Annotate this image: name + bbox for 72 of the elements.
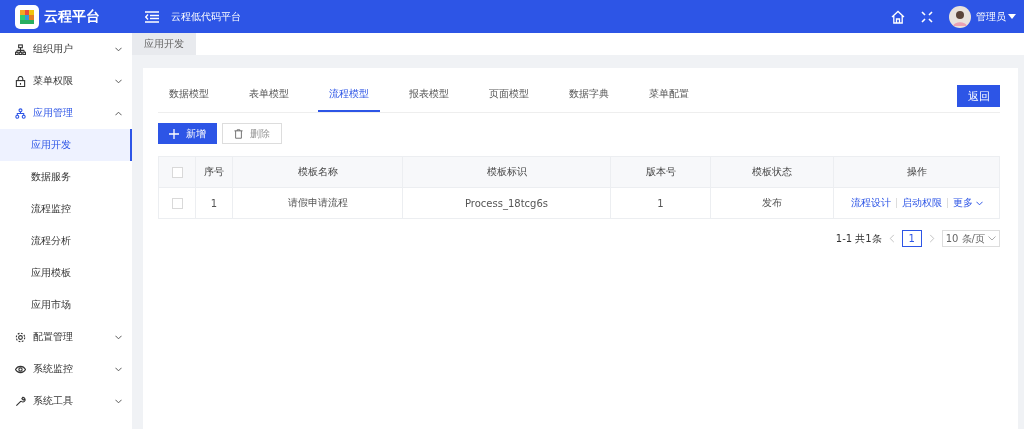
sidebar-group[interactable]: 应用管理 [0,97,132,129]
table-cell: 发布 [710,187,834,219]
fullscreen-icon[interactable] [921,10,933,23]
sidebar-group[interactable]: 组织用户 [0,33,132,65]
column-header: 模板名称 [232,156,403,188]
home-icon[interactable] [891,9,905,24]
lock-icon [15,75,26,87]
column-header: 模板状态 [710,156,834,188]
tab[interactable]: 页面模型 [478,78,540,112]
sidebar-item[interactable]: 应用开发 [0,129,132,161]
page-size-select[interactable]: 10 条/页 [941,230,1000,247]
sidebar-group-label: 应用管理 [33,106,74,120]
page-button[interactable]: 1 [901,230,922,247]
chevron-down-icon [988,236,996,241]
page-tab[interactable]: 应用开发 [132,33,196,55]
org-chart-icon [15,43,26,55]
chevron-icon [115,334,122,340]
column-header: 操作 [833,156,1000,188]
table-cell: Process_18tcg6s [402,187,611,219]
select-all-checkbox[interactable] [171,166,183,178]
trash-icon [234,128,243,139]
avatar[interactable] [949,5,971,28]
app-name: 云程平台 [44,7,100,26]
add-button[interactable]: 新增 [158,123,217,144]
table-cell: 1 [195,187,233,219]
table-cell: 1 [610,187,711,219]
pagination-summary: 1-1 共1条 [835,231,882,246]
sidebar-group[interactable]: 菜单权限 [0,65,132,97]
chevron-icon [115,110,122,116]
tab[interactable]: 报表模型 [398,78,460,112]
chevron-icon [115,366,122,372]
sidebar-group-label: 系统监控 [33,362,74,376]
sidebar-item[interactable]: 流程监控 [0,193,132,225]
sidebar-item[interactable]: 流程分析 [0,225,132,257]
sidebar-item[interactable]: 应用模板 [0,257,132,289]
sidebar-group-label: 组织用户 [33,42,74,56]
sidebar-group-label: 菜单权限 [33,74,74,88]
tab[interactable]: 菜单配置 [638,78,700,112]
logo-icon [15,4,39,29]
tab[interactable]: 流程模型 [318,78,380,112]
sidebar-group-label: 系统工具 [33,394,74,408]
row-checkbox[interactable] [171,197,183,209]
hierarchy-icon [15,107,26,119]
chevron-icon [115,46,122,52]
sidebar-group[interactable]: 系统监控 [0,353,132,385]
sidebar-group[interactable]: 系统工具 [0,385,132,417]
sidebar-group-label: 配置管理 [33,330,74,344]
wrench-icon [15,395,26,407]
settings-icon [15,331,26,343]
app-title: 云程低代码平台 [171,9,241,24]
sidebar-item[interactable]: 应用市场 [0,289,132,321]
sidebar-item[interactable]: 数据服务 [0,161,132,193]
eye-icon [15,363,26,375]
column-header: 模板标识 [402,156,611,188]
action-link[interactable]: 启动权限 [901,196,942,210]
column-header: 版本号 [610,156,711,188]
chevron-down-icon [975,200,983,206]
plus-icon [169,128,179,139]
action-link[interactable]: 流程设计 [850,196,891,210]
tab[interactable]: 数据模型 [158,78,220,112]
chevron-icon [115,78,122,84]
more-link[interactable]: 更多 [952,196,983,210]
table-cell: 请假申请流程 [232,187,403,219]
menu-icon[interactable] [145,10,159,23]
sidebar-group[interactable]: 配置管理 [0,321,132,353]
chevron-icon [115,398,122,404]
caret-icon [1008,14,1016,19]
tab[interactable]: 数据字典 [558,78,620,112]
back-button[interactable]: 返回 [957,85,1000,107]
column-header: 序号 [195,156,233,188]
tab[interactable]: 表单模型 [238,78,300,112]
user-menu[interactable]: 管理员 [976,9,1016,24]
